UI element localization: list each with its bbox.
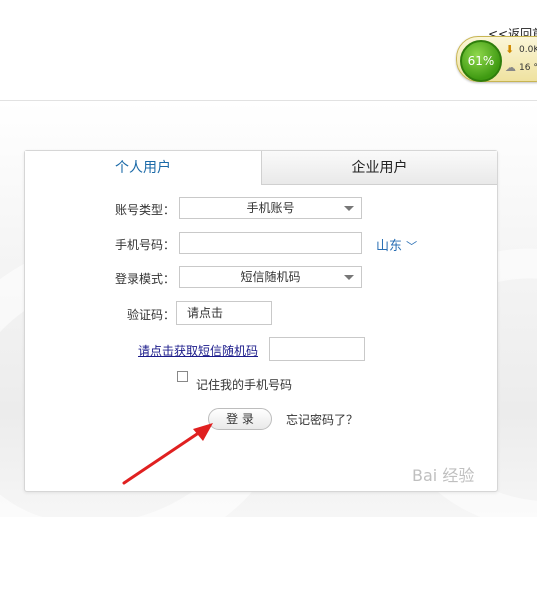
phone-input[interactable]: [179, 232, 362, 254]
account-type-select[interactable]: 手机账号: [179, 197, 362, 219]
header-divider: [0, 100, 537, 101]
captcha-label: 验证码：: [126, 308, 175, 322]
captcha-button[interactable]: 请点击: [176, 301, 272, 325]
get-sms-code-link[interactable]: 请点击获取短信随机码: [138, 342, 258, 359]
login-mode-select[interactable]: 短信随机码: [179, 266, 362, 288]
forgot-password-link[interactable]: 忘记密码了？: [286, 411, 358, 428]
sms-code-input[interactable]: [269, 337, 365, 361]
temperature: 16 ℃: [519, 63, 537, 73]
chevron-down-icon: [344, 206, 354, 211]
download-arrow-icon: ⬇: [505, 43, 515, 56]
phone-label: 手机号码：: [114, 238, 175, 252]
chevron-down-icon: ﹀: [406, 240, 418, 253]
remember-phone-label: 记住我的手机号码: [196, 378, 293, 392]
login-panel: 个人用户 企业用户 账号类型： 手机账号 手机号码： 山东 ﹀ 登录模式： 短信…: [24, 150, 498, 492]
login-mode-label: 登录模式：: [114, 272, 175, 286]
remember-phone-checkbox[interactable]: [177, 371, 188, 382]
login-mode-value: 短信随机码: [240, 270, 301, 284]
account-type-value: 手机账号: [246, 201, 295, 215]
usage-gauge: 61%: [460, 40, 502, 82]
chevron-down-icon: [344, 275, 354, 280]
tab-enterprise-user[interactable]: 企业用户: [261, 151, 497, 185]
watermark-logo: Bai 经验: [412, 466, 475, 485]
login-button[interactable]: 登 录: [208, 408, 272, 430]
account-type-label: 账号类型：: [114, 203, 175, 217]
cloud-icon: ☁: [505, 61, 516, 74]
tab-personal-user[interactable]: 个人用户: [25, 151, 261, 185]
region-select[interactable]: 山东 ﹀: [376, 235, 417, 254]
network-monitor-widget[interactable]: 61% ⬇ 0.0K ☁ 16 ℃: [456, 36, 537, 82]
region-value: 山东: [376, 239, 403, 254]
download-speed: 0.0K: [519, 45, 537, 55]
